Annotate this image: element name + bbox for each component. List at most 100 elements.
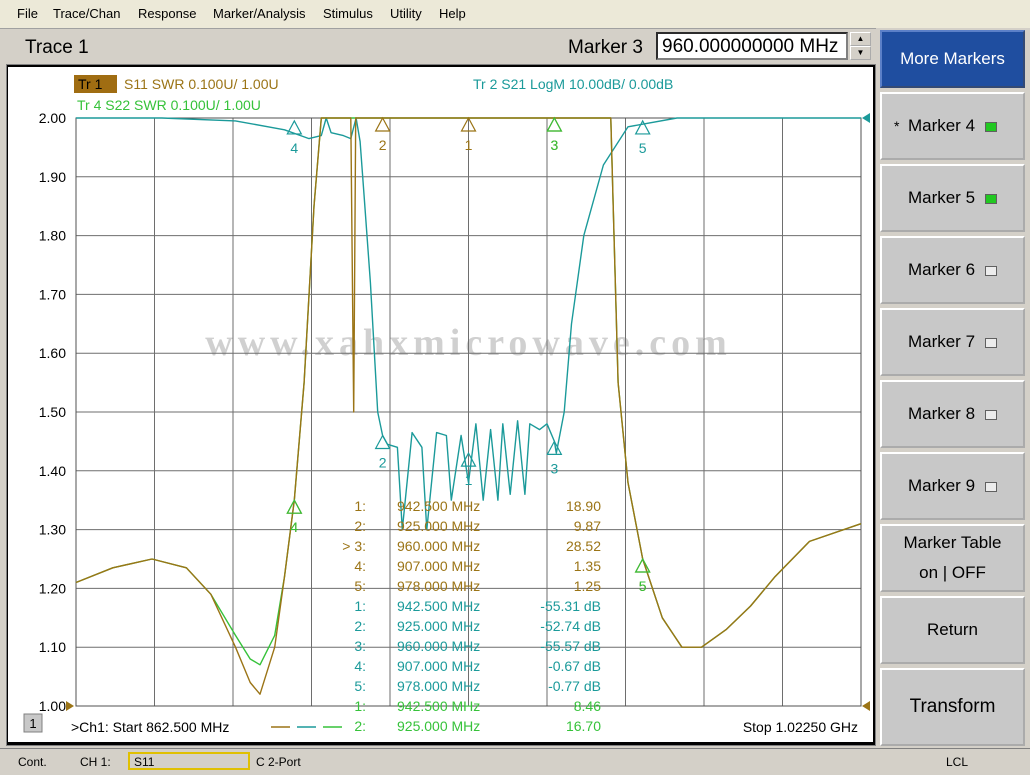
marker-table-num: 5: [354, 678, 366, 694]
start-frequency-label: >Ch1: Start 862.500 MHz [71, 719, 229, 735]
marker-table-value: -55.31 dB [540, 598, 601, 614]
menu-trace-chan[interactable]: Trace/Chan [53, 6, 120, 21]
marker-table-value: 1.25 [574, 578, 601, 594]
marker-6-button[interactable]: Marker 6 [880, 236, 1025, 304]
marker-7-led-icon [985, 337, 998, 348]
channel-badge-text: 1 [29, 716, 36, 731]
marker-6-led-icon [985, 265, 998, 276]
marker-number-label: 3 [550, 460, 558, 476]
marker-table-label: Marker Table [903, 533, 1002, 552]
y-tick-label: 1.20 [39, 580, 66, 596]
marker-table-freq: 925.000 MHz [397, 518, 480, 534]
marker-8-led-icon [985, 409, 998, 420]
marker-table-freq: 942.500 MHz [397, 598, 480, 614]
return-label: Return [926, 620, 979, 639]
marker-frequency-input[interactable]: 960.000000000 MHz [656, 32, 848, 60]
measurement-plot[interactable]: www.xahxmicrowave.com2.001.901.801.701.6… [8, 67, 873, 742]
marker-table-value: 16.70 [566, 718, 601, 734]
marker-table-num: 4: [354, 558, 366, 574]
marker-table-value: -55.57 dB [540, 638, 601, 654]
marker-table-num: > 3: [342, 538, 366, 554]
reference-level-icon [862, 113, 870, 123]
marker-7-label: Marker 7 [907, 332, 976, 351]
active-star-icon: * [894, 118, 900, 134]
marker-8-label: Marker 8 [907, 404, 976, 423]
status-cont: Cont. [18, 755, 47, 769]
marker-table-state: on | OFF [919, 563, 986, 582]
menu-help[interactable]: Help [439, 6, 466, 21]
marker-table-value: -0.67 dB [548, 658, 601, 674]
status-port: C 2-Port [256, 755, 301, 769]
marker-8-button[interactable]: Marker 8 [880, 380, 1025, 448]
marker-table-num: 2: [354, 718, 366, 734]
marker-triangle-icon [546, 116, 563, 132]
marker-table-num: 2: [354, 518, 366, 534]
trace-1-label: S11 SWR 0.100U/ 1.00U [124, 76, 279, 92]
marker-table-num: 2: [354, 618, 366, 634]
transform-label: Transform [909, 696, 996, 717]
marker-9-led-icon [985, 481, 998, 492]
marker-7-button[interactable]: Marker 7 [880, 308, 1025, 376]
menu-response[interactable]: Response [138, 6, 197, 21]
marker-5-label: Marker 5 [907, 188, 976, 207]
return-button[interactable]: Return [880, 596, 1025, 664]
y-tick-label: 1.00 [39, 698, 66, 714]
marker-frequency-spinner[interactable]: ▲ ▼ [850, 32, 871, 60]
status-param: S11 [134, 755, 155, 769]
marker-table-num: 1: [354, 698, 366, 714]
spin-up-icon[interactable]: ▲ [850, 32, 871, 46]
marker-number-label: 4 [290, 519, 298, 535]
marker-number-label: 2 [379, 137, 387, 153]
marker-4-button[interactable]: * Marker 4 [880, 92, 1025, 160]
marker-number-label: 1 [465, 472, 473, 488]
marker-9-label: Marker 9 [907, 476, 976, 495]
marker-table-freq: 907.000 MHz [397, 558, 480, 574]
transform-button[interactable]: Transform [880, 668, 1025, 746]
y-tick-label: 1.30 [39, 522, 66, 538]
marker-table-value: 18.90 [566, 498, 601, 514]
marker-table-freq: 960.000 MHz [397, 638, 480, 654]
marker-9-button[interactable]: Marker 9 [880, 452, 1025, 520]
marker-number-label: 2 [379, 455, 387, 471]
y-tick-label: 1.10 [39, 639, 66, 655]
trace-4-label: Tr 4 S22 SWR 0.100U/ 1.00U [77, 97, 261, 113]
marker-table-value: -52.74 dB [540, 618, 601, 634]
marker-number-label: 5 [639, 140, 647, 156]
y-tick-label: 1.70 [39, 286, 66, 302]
marker-table-value: -0.77 dB [548, 678, 601, 694]
y-tick-label: 2.00 [39, 110, 66, 126]
menu-stimulus[interactable]: Stimulus [323, 6, 373, 21]
marker-4-label: Marker 4 [907, 116, 976, 135]
marker-table-freq: 942.500 MHz [397, 698, 480, 714]
spin-down-icon[interactable]: ▼ [850, 46, 871, 60]
marker-triangle-icon [374, 434, 391, 450]
marker-table-num: 1: [354, 498, 366, 514]
marker-5-button[interactable]: Marker 5 [880, 164, 1025, 232]
reference-level-icon [862, 701, 870, 711]
status-bar: Cont. CH 1: S11 C 2-Port LCL [0, 748, 1030, 775]
marker-table-freq: 978.000 MHz [397, 578, 480, 594]
trace-2-label: Tr 2 S21 LogM 10.00dB/ 0.00dB [473, 76, 673, 92]
marker-table-freq: 925.000 MHz [397, 618, 480, 634]
menu-utility[interactable]: Utility [390, 6, 422, 21]
marker-table-toggle[interactable]: Marker Table on | OFF [880, 524, 1025, 592]
y-tick-label: 1.90 [39, 169, 66, 185]
y-tick-label: 1.60 [39, 345, 66, 361]
y-tick-label: 1.50 [39, 404, 66, 420]
marker-table-freq: 942.500 MHz [397, 498, 480, 514]
marker-table-value: 8.46 [574, 698, 601, 714]
marker-table-num: 1: [354, 598, 366, 614]
reference-level-icon [66, 701, 74, 711]
menu-bar: File Trace/Chan Response Marker/Analysis… [0, 0, 1030, 29]
y-tick-label: 1.40 [39, 463, 66, 479]
marker-table-value: 1.35 [574, 558, 601, 574]
marker-table-num: 5: [354, 578, 366, 594]
marker-table-freq: 978.000 MHz [397, 678, 480, 694]
marker-table-freq: 960.000 MHz [397, 538, 480, 554]
marker-triangle-icon [546, 116, 563, 132]
y-tick-label: 1.80 [39, 228, 66, 244]
marker-table-num: 3: [354, 638, 366, 654]
more-markers-button[interactable]: More Markers [880, 30, 1025, 88]
menu-marker-analysis[interactable]: Marker/Analysis [213, 6, 305, 21]
menu-file[interactable]: File [17, 6, 38, 21]
